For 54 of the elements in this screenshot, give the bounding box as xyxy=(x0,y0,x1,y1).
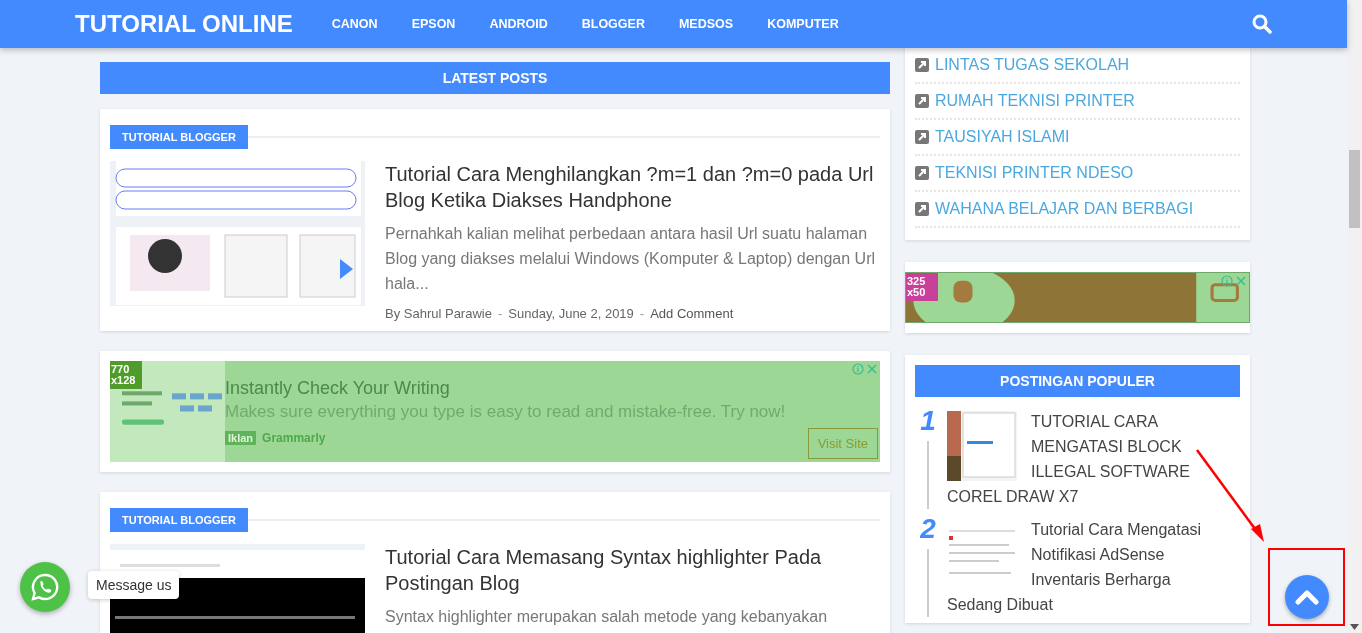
chat-tooltip: Message us xyxy=(88,571,180,599)
ad-banner[interactable]: 325 x50 xyxy=(905,272,1250,323)
size-tag: 770 x128 xyxy=(110,361,142,389)
info-icon[interactable] xyxy=(852,363,864,375)
nav-link[interactable]: MEDSOS xyxy=(661,17,751,31)
post-meta: Sunday, June 2, 2019 xyxy=(508,306,634,321)
section-heading: LATEST POSTS xyxy=(100,62,890,94)
visit-site-button[interactable]: Visit Site xyxy=(807,428,878,459)
close-icon[interactable] xyxy=(866,363,878,375)
nav-link[interactable]: ANDROID xyxy=(472,17,565,31)
category-label[interactable]: TUTORIAL BLOGGER xyxy=(110,125,248,149)
external-link-icon xyxy=(915,202,929,216)
scroll-top-button[interactable] xyxy=(1285,575,1329,619)
blog-link[interactable]: RUMAH TEKNISI PRINTER xyxy=(935,92,1135,110)
separator: - xyxy=(497,306,503,321)
comment-link[interactable]: Add Comment xyxy=(650,306,734,321)
popular-post-title[interactable]: Tutorial Cara Mengatasi Notifikasi AdSense Inventaris Berharga Sedang Dibuat xyxy=(947,517,1228,617)
blog-link[interactable]: TEKNISI PRINTER NDESO xyxy=(935,164,1134,182)
popular-post-title[interactable]: TUTORIAL CARA MENGATASI BLOCK ILLEGAL SOFTWARE COREL DRAW X7 xyxy=(947,409,1228,509)
nav-link[interactable]: CANON xyxy=(314,17,395,31)
info-icon[interactable] xyxy=(1221,275,1233,287)
blog-link[interactable]: TAUSIYAH ISLAMI xyxy=(935,128,1070,146)
category-label[interactable]: TUTORIAL BLOGGER xyxy=(110,508,248,532)
external-link-icon xyxy=(915,130,929,144)
external-link-icon xyxy=(915,166,929,180)
widget-heading: POSTINGAN POPULER xyxy=(915,365,1240,397)
site-logo[interactable]: TUTORIAL ONLINE xyxy=(75,10,293,38)
rank-number: 2 xyxy=(920,515,937,543)
post-title[interactable]: Tutorial Cara Menghilangkan ?m=1 dan ?m=0 pada Url Blog Ketika Diakses Handphone xyxy=(385,161,880,213)
ad-badge: Iklan xyxy=(225,431,257,445)
size-tag: 325 x50 xyxy=(906,273,938,301)
search-icon[interactable] xyxy=(1252,14,1272,34)
external-link-icon xyxy=(915,94,929,108)
advertiser-name: Grammarly xyxy=(262,431,326,445)
nav-link[interactable]: BLOGGER xyxy=(564,17,662,31)
nav-link[interactable]: KOMPUTER xyxy=(750,17,856,31)
ad-headline: Instantly Check Your Writing xyxy=(225,377,451,400)
separator: - xyxy=(639,306,645,321)
scrollbar[interactable] xyxy=(1347,0,1362,633)
blog-link[interactable]: LINTAS TUGAS SEKOLAH xyxy=(935,56,1130,74)
nav-link[interactable]: EPSON xyxy=(394,17,473,31)
post-title[interactable]: Tutorial Cara Memasang Syntax highlighter Pada Postingan Blog xyxy=(385,544,880,596)
scroll-down-icon[interactable] xyxy=(1350,624,1359,630)
post-excerpt: Pernahkah kalian melihat perbedaan antara hasil Url suatu halaman Blog yang diakses melalui Windows (Komputer & Laptop) dengan Url hala... xyxy=(385,224,877,294)
whatsapp-button[interactable] xyxy=(20,562,70,612)
post-meta: By Sahrul Parawie xyxy=(385,306,492,321)
external-link-icon xyxy=(915,58,929,72)
close-icon[interactable] xyxy=(1235,275,1247,287)
blog-link[interactable]: WAHANA BELAJAR DAN BERBAGI xyxy=(935,200,1194,218)
post-excerpt: Syntax highlighter merupakan salah metode yang kebanyakan xyxy=(385,607,829,627)
chevron-up-icon xyxy=(1295,589,1319,605)
scrollbar-thumb[interactable] xyxy=(1349,150,1360,228)
rank-number: 1 xyxy=(920,407,937,435)
whatsapp-icon xyxy=(30,572,60,602)
